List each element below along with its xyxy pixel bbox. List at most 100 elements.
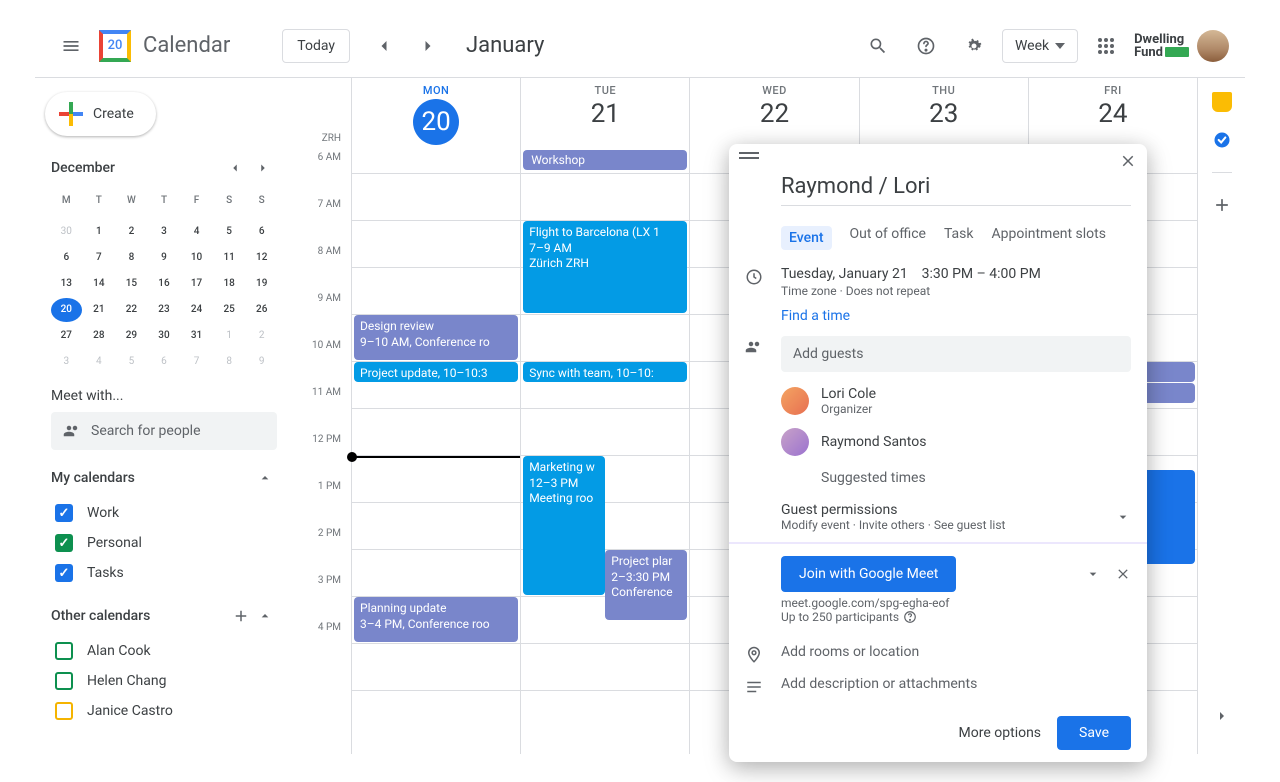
- drag-handle-icon[interactable]: [739, 152, 759, 170]
- mini-day[interactable]: 26: [246, 298, 277, 322]
- mini-day[interactable]: 8: [116, 246, 147, 270]
- calendar-item[interactable]: Personal: [51, 528, 277, 558]
- mini-day[interactable]: 24: [181, 298, 212, 322]
- add-calendar-icon[interactable]: [229, 604, 253, 628]
- find-time-link[interactable]: Find a time: [781, 308, 1131, 324]
- mini-day[interactable]: 20: [51, 298, 82, 322]
- collapse-icon[interactable]: [253, 466, 277, 490]
- mini-day[interactable]: 21: [84, 298, 115, 322]
- mini-day[interactable]: 1: [84, 220, 115, 244]
- suggested-times[interactable]: Suggested times: [781, 462, 1131, 486]
- mini-day[interactable]: 2: [246, 324, 277, 348]
- next-icon[interactable]: [408, 26, 448, 66]
- search-icon[interactable]: [858, 26, 898, 66]
- mini-day[interactable]: 2: [116, 220, 147, 244]
- calendar-event[interactable]: Design review9–10 AM, Conference ro: [354, 315, 518, 360]
- calendar-item[interactable]: Tasks: [51, 558, 277, 588]
- calendar-item[interactable]: Alan Cook: [51, 636, 277, 666]
- mini-prev-icon[interactable]: [221, 154, 249, 182]
- day-header[interactable]: FRI 24: [1029, 78, 1197, 148]
- mini-day[interactable]: 6: [51, 246, 82, 270]
- close-icon[interactable]: [1119, 152, 1137, 170]
- keep-icon[interactable]: [1212, 92, 1232, 112]
- today-button[interactable]: Today: [282, 29, 350, 63]
- expand-rail-icon[interactable]: [1202, 696, 1242, 736]
- mini-day[interactable]: 12: [246, 246, 277, 270]
- description-input[interactable]: Add description or attachments: [781, 676, 977, 696]
- mini-day[interactable]: 29: [116, 324, 147, 348]
- event-type-tab[interactable]: Out of office: [850, 226, 926, 250]
- meet-options-icon[interactable]: [1085, 566, 1101, 582]
- checkbox-icon[interactable]: [55, 504, 73, 522]
- guest-item[interactable]: Lori ColeOrganizer: [781, 380, 1131, 422]
- meet-remove-icon[interactable]: [1115, 566, 1131, 582]
- join-meet-button[interactable]: Join with Google Meet: [781, 556, 956, 592]
- mini-day[interactable]: 3: [51, 350, 82, 374]
- mini-day[interactable]: 30: [149, 324, 180, 348]
- calendar-event[interactable]: Marketing w12–3 PMMeeting roo: [523, 456, 605, 595]
- mini-day[interactable]: 1: [214, 324, 245, 348]
- mini-day[interactable]: 31: [181, 324, 212, 348]
- day-header[interactable]: MON 20: [352, 78, 520, 148]
- mini-next-icon[interactable]: [249, 154, 277, 182]
- mini-day[interactable]: 4: [181, 220, 212, 244]
- mini-day[interactable]: 9: [149, 246, 180, 270]
- add-addon-icon[interactable]: [1212, 195, 1232, 215]
- mini-day[interactable]: 10: [181, 246, 212, 270]
- allday-event[interactable]: Workshop: [523, 150, 687, 170]
- mini-day[interactable]: 5: [116, 350, 147, 374]
- mini-day[interactable]: 6: [149, 350, 180, 374]
- day-header[interactable]: THU 23: [860, 78, 1028, 148]
- checkbox-icon[interactable]: [55, 564, 73, 582]
- user-avatar[interactable]: [1197, 30, 1229, 62]
- mini-day[interactable]: 23: [149, 298, 180, 322]
- mini-day[interactable]: 8: [214, 350, 245, 374]
- help-icon[interactable]: [906, 26, 946, 66]
- calendar-item[interactable]: Janice Castro: [51, 696, 277, 726]
- add-guests-input[interactable]: Add guests: [781, 336, 1131, 372]
- mini-day[interactable]: 4: [84, 350, 115, 374]
- calendar-event[interactable]: Project plar2–3:30 PMConference: [605, 550, 687, 620]
- checkbox-icon[interactable]: [55, 702, 73, 720]
- event-repeat[interactable]: Time zone · Does not repeat: [781, 284, 1131, 298]
- mini-day[interactable]: 25: [214, 298, 245, 322]
- mini-day[interactable]: 22: [116, 298, 147, 322]
- mini-day[interactable]: 9: [246, 350, 277, 374]
- mini-day[interactable]: 30: [51, 220, 82, 244]
- calendar-event[interactable]: Sync with team, 10–10:: [523, 362, 687, 382]
- mini-day[interactable]: 11: [214, 246, 245, 270]
- event-date[interactable]: Tuesday, January 21: [781, 266, 908, 282]
- day-header[interactable]: WED 22: [690, 78, 858, 148]
- location-input[interactable]: Add rooms or location: [781, 644, 919, 664]
- mini-day[interactable]: 18: [214, 272, 245, 296]
- mini-day[interactable]: 13: [51, 272, 82, 296]
- mini-day[interactable]: 7: [181, 350, 212, 374]
- mini-day[interactable]: 27: [51, 324, 82, 348]
- calendar-event[interactable]: Planning update3–4 PM, Conference roo: [354, 597, 518, 642]
- calendar-event[interactable]: Flight to Barcelona (LX 17–9 AMZürich ZR…: [523, 221, 687, 313]
- day-header[interactable]: TUE 21: [521, 78, 689, 148]
- checkbox-icon[interactable]: [55, 642, 73, 660]
- collapse-icon[interactable]: [253, 604, 277, 628]
- chevron-down-icon[interactable]: [1115, 509, 1131, 525]
- view-switcher[interactable]: Week: [1002, 29, 1078, 63]
- save-button[interactable]: Save: [1057, 716, 1131, 750]
- settings-icon[interactable]: [954, 26, 994, 66]
- calendar-item[interactable]: Helen Chang: [51, 666, 277, 696]
- mini-day[interactable]: 16: [149, 272, 180, 296]
- tasks-icon[interactable]: [1212, 130, 1232, 150]
- more-options-button[interactable]: More options: [959, 725, 1042, 741]
- mini-day[interactable]: 17: [181, 272, 212, 296]
- mini-day[interactable]: 15: [116, 272, 147, 296]
- create-button[interactable]: Create: [45, 92, 156, 136]
- calendar-item[interactable]: Work: [51, 498, 277, 528]
- event-time[interactable]: 3:30 PM – 4:00 PM: [922, 266, 1041, 282]
- guest-item[interactable]: Raymond Santos: [781, 422, 1131, 462]
- mini-day[interactable]: 7: [84, 246, 115, 270]
- people-search[interactable]: Search for people: [51, 412, 277, 450]
- mini-day[interactable]: 28: [84, 324, 115, 348]
- event-title[interactable]: Raymond / Lori: [781, 174, 1131, 206]
- mini-day[interactable]: 14: [84, 272, 115, 296]
- menu-icon[interactable]: [51, 26, 91, 66]
- event-type-tab[interactable]: Event: [781, 226, 832, 250]
